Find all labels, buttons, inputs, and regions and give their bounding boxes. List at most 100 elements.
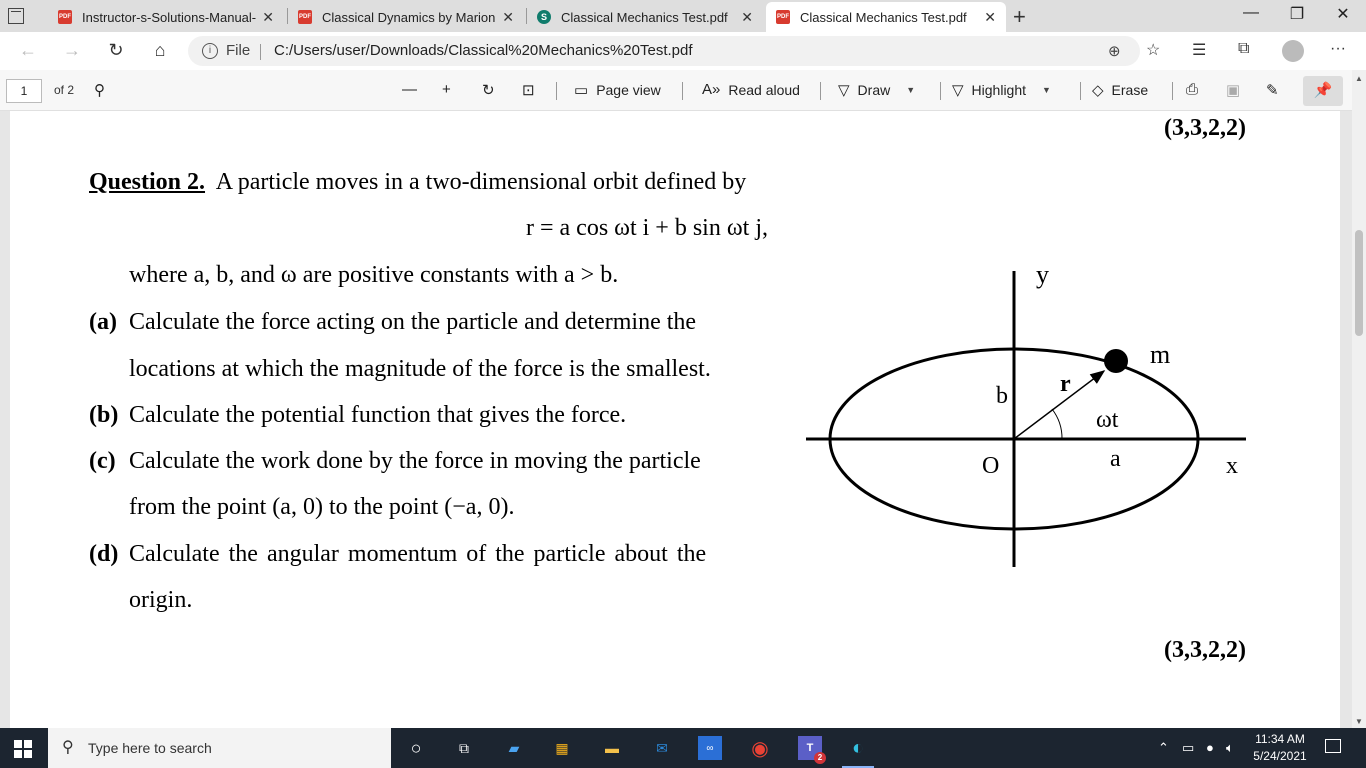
close-window-button[interactable]: ✕: [1320, 4, 1366, 24]
part-d-line-2: origin.: [129, 587, 193, 613]
find-icon[interactable]: ⚲: [94, 81, 105, 99]
pdf-icon: PDF: [776, 10, 790, 24]
page-total: of 2: [54, 83, 75, 97]
battery-icon[interactable]: ▭: [1182, 740, 1194, 756]
show-hidden-icons-icon[interactable]: ⌃: [1158, 740, 1169, 756]
page-number-input[interactable]: 1: [6, 79, 42, 103]
part-b-line-1: Calculate the potential function that gi…: [129, 402, 627, 428]
address-bar-row: ← → ↻ ⌂ i File C:/Users/user/Downloads/C…: [0, 32, 1366, 70]
rotate-icon[interactable]: ↻: [482, 81, 495, 99]
draw-label: Draw: [857, 82, 891, 98]
minimize-button[interactable]: —: [1228, 4, 1274, 22]
tab-classical-mechanics-sharepoint[interactable]: S Classical Mechanics Test.pdf ✕: [527, 2, 763, 32]
pdf-icon: PDF: [58, 10, 72, 24]
app-icon[interactable]: ∞: [698, 736, 722, 760]
pdf-toolbar: 1 of 2 ⚲ — + ↻ ⊡ ▭ Page view A» Read alo…: [0, 70, 1366, 111]
part-b-label: (b): [89, 402, 119, 428]
save-icon[interactable]: ▣: [1226, 81, 1240, 99]
scroll-thumb[interactable]: [1355, 230, 1363, 336]
fit-page-icon[interactable]: ⊡: [522, 81, 535, 99]
taskbar-clock[interactable]: 11:34 AM 5/24/2021: [1248, 731, 1312, 765]
part-d-line-1: Calculate the angular momentum of the pa…: [129, 541, 707, 567]
back-button[interactable]: ←: [16, 40, 40, 61]
notification-icon[interactable]: [1325, 739, 1341, 753]
url-divider: [260, 44, 261, 60]
read-aloud-button[interactable]: A» Read aloud: [702, 81, 800, 98]
url-field[interactable]: i File C:/Users/user/Downloads/Classical…: [188, 36, 1140, 66]
close-icon[interactable]: ✕: [262, 9, 274, 26]
store-icon[interactable]: ▦: [550, 736, 574, 760]
edge-icon[interactable]: ◐: [842, 736, 874, 768]
collections-icon[interactable]: ⧉: [1238, 40, 1249, 58]
tab-label: Classical Mechanics Test.pdf: [561, 9, 728, 25]
tab-classical-mechanics-active[interactable]: PDF Classical Mechanics Test.pdf ✕: [766, 2, 1006, 32]
angle-label: ωt: [1096, 407, 1119, 433]
network-app-icon[interactable]: ▰: [502, 736, 526, 760]
toolbar-divider: [1172, 82, 1173, 100]
home-button[interactable]: ⌂: [148, 40, 172, 61]
add-favorite-icon[interactable]: ☆: [1146, 40, 1160, 60]
close-icon[interactable]: ✕: [741, 9, 753, 26]
save-as-icon[interactable]: ✎: [1266, 81, 1279, 99]
read-aloud-label: Read aloud: [728, 81, 800, 98]
close-icon[interactable]: ✕: [502, 9, 514, 26]
erase-button[interactable]: ◇ Erase: [1092, 81, 1148, 99]
read-aloud-icon: A»: [702, 81, 721, 98]
question-heading: Question 2. A particle moves in a two-di…: [89, 169, 746, 196]
clock-time: 11:34 AM: [1255, 732, 1305, 746]
where-line: where a, b, and ω are positive constants…: [129, 262, 619, 288]
info-icon[interactable]: i: [202, 43, 218, 59]
print-icon[interactable]: ⎙: [1186, 81, 1198, 98]
tab-label: Instructor-s-Solutions-Manual-M: [82, 9, 257, 25]
highlight-label: Highlight: [971, 82, 1027, 98]
eraser-icon: ◇: [1092, 82, 1104, 99]
microphone-icon[interactable]: ●: [1206, 740, 1214, 755]
draw-button[interactable]: ▽ Draw ▼: [838, 81, 915, 99]
scroll-down-icon[interactable]: ▼: [1355, 717, 1363, 726]
close-icon[interactable]: ✕: [984, 9, 996, 26]
task-view-icon[interactable]: ⧉: [452, 736, 476, 760]
highlight-icon: ▽: [952, 82, 964, 99]
marks-bottom: (3,3,2,2): [1164, 637, 1246, 663]
taskbar-search-box[interactable]: ⚲ Type here to search: [48, 728, 391, 768]
favorites-icon[interactable]: ☰: [1192, 40, 1206, 60]
page-view-label: Page view: [596, 82, 661, 98]
page-view-button[interactable]: ▭ Page view: [574, 81, 661, 99]
chevron-down-icon[interactable]: ▼: [1042, 85, 1051, 95]
y-axis-label: y: [1036, 260, 1049, 289]
url-text[interactable]: C:/Users/user/Downloads/Classical%20Mech…: [274, 42, 693, 59]
angle-arc: [1051, 408, 1063, 440]
zoom-in-button[interactable]: +: [442, 81, 451, 98]
teams-icon[interactable]: T2: [798, 736, 826, 764]
forward-button[interactable]: →: [60, 40, 84, 61]
mail-icon[interactable]: ✉: [650, 736, 674, 760]
tab-classical-dynamics[interactable]: PDF Classical Dynamics by Marion 5th ✕: [288, 2, 524, 32]
vertical-scrollbar[interactable]: ▲ ▼: [1352, 70, 1366, 728]
tab-strip: PDF Instructor-s-Solutions-Manual-M ✕ PD…: [0, 0, 1366, 32]
file-explorer-icon[interactable]: ▬: [600, 736, 624, 760]
marks-top: (3,3,2,2): [1164, 115, 1246, 141]
refresh-button[interactable]: ↻: [104, 40, 128, 61]
zoom-icon[interactable]: ⊕: [1108, 42, 1121, 60]
profile-avatar[interactable]: [1282, 40, 1304, 62]
tab-label: Classical Mechanics Test.pdf: [800, 9, 967, 25]
tab-actions-menu-icon[interactable]: [8, 8, 24, 24]
more-menu-icon[interactable]: ···: [1330, 40, 1346, 58]
chrome-icon[interactable]: ◉: [748, 736, 772, 760]
highlight-button[interactable]: ▽ Highlight ▼: [952, 81, 1051, 99]
new-tab-button[interactable]: +: [1013, 4, 1026, 30]
restore-button[interactable]: ❐: [1274, 4, 1320, 24]
chevron-down-icon[interactable]: ▼: [906, 85, 915, 95]
cortana-icon[interactable]: ○: [404, 736, 428, 760]
zoom-out-button[interactable]: —: [402, 81, 417, 98]
scroll-up-icon[interactable]: ▲: [1355, 74, 1363, 83]
particle-mass: [1104, 349, 1128, 373]
part-c-line-1: Calculate the work done by the force in …: [129, 448, 701, 474]
document-viewport[interactable]: (3,3,2,2) Question 2. A particle moves i…: [0, 111, 1352, 728]
pin-toolbar-icon[interactable]: 📌: [1303, 76, 1343, 106]
toolbar-divider: [820, 82, 821, 100]
windows-start-icon[interactable]: [14, 740, 32, 758]
search-placeholder: Type here to search: [88, 740, 212, 756]
volume-icon[interactable]: 🔈︎: [1226, 740, 1234, 756]
tab-instructor-solutions[interactable]: PDF Instructor-s-Solutions-Manual-M ✕: [48, 2, 284, 32]
